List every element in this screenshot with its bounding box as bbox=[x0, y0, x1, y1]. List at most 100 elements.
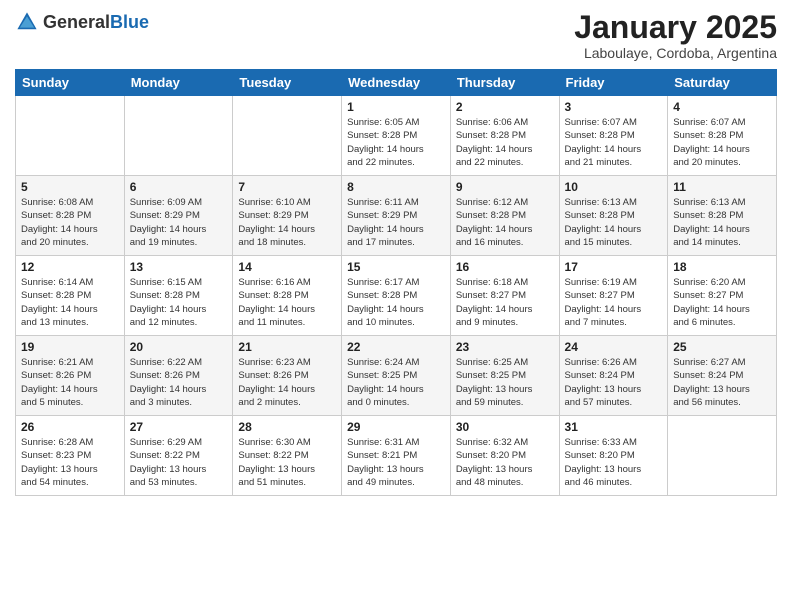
table-row: 23 Sunrise: 6:25 AM Sunset: 8:25 PM Dayli… bbox=[450, 336, 559, 416]
col-saturday: Saturday bbox=[668, 70, 777, 96]
day-number: 15 bbox=[347, 260, 445, 274]
day-info: Sunrise: 6:31 AM Sunset: 8:21 PM Dayligh… bbox=[347, 436, 445, 489]
table-row: 20 Sunrise: 6:22 AM Sunset: 8:26 PM Dayli… bbox=[124, 336, 233, 416]
day-info: Sunrise: 6:21 AM Sunset: 8:26 PM Dayligh… bbox=[21, 356, 119, 409]
day-info: Sunrise: 6:13 AM Sunset: 8:28 PM Dayligh… bbox=[673, 196, 771, 249]
day-number: 19 bbox=[21, 340, 119, 354]
day-info: Sunrise: 6:29 AM Sunset: 8:22 PM Dayligh… bbox=[130, 436, 228, 489]
table-row: 7 Sunrise: 6:10 AM Sunset: 8:29 PM Daylig… bbox=[233, 176, 342, 256]
day-number: 22 bbox=[347, 340, 445, 354]
day-number: 24 bbox=[565, 340, 663, 354]
day-number: 30 bbox=[456, 420, 554, 434]
day-number: 14 bbox=[238, 260, 336, 274]
calendar-week-row: 26Sunrise: 6:28 AM Sunset: 8:23 PM Dayli… bbox=[16, 416, 777, 496]
table-row: 24 Sunrise: 6:26 AM Sunset: 8:24 PM Dayli… bbox=[559, 336, 668, 416]
calendar-week-row: 1Sunrise: 6:05 AM Sunset: 8:28 PM Daylig… bbox=[16, 96, 777, 176]
day-info: Sunrise: 6:32 AM Sunset: 8:20 PM Dayligh… bbox=[456, 436, 554, 489]
logo-blue: Blue bbox=[110, 12, 149, 32]
day-info: Sunrise: 6:11 AM Sunset: 8:29 PM Dayligh… bbox=[347, 196, 445, 249]
col-wednesday: Wednesday bbox=[342, 70, 451, 96]
day-info: Sunrise: 6:25 AM Sunset: 8:25 PM Dayligh… bbox=[456, 356, 554, 409]
table-row bbox=[16, 96, 125, 176]
table-row: 11 Sunrise: 6:13 AM Sunset: 8:28 PM Dayli… bbox=[668, 176, 777, 256]
table-row bbox=[124, 96, 233, 176]
table-row: 19 Sunrise: 6:21 AM Sunset: 8:26 PM Dayli… bbox=[16, 336, 125, 416]
calendar-week-row: 19 Sunrise: 6:21 AM Sunset: 8:26 PM Dayli… bbox=[16, 336, 777, 416]
day-number: 23 bbox=[456, 340, 554, 354]
logo: GeneralBlue bbox=[15, 10, 149, 34]
table-row: 27 Sunrise: 6:29 AM Sunset: 8:22 PM Dayli… bbox=[124, 416, 233, 496]
day-info: Sunrise: 6:18 AM Sunset: 8:27 PM Dayligh… bbox=[456, 276, 554, 329]
day-number: 9 bbox=[456, 180, 554, 194]
day-info: Sunrise: 6:12 AM Sunset: 8:28 PM Dayligh… bbox=[456, 196, 554, 249]
day-number: 25 bbox=[673, 340, 771, 354]
calendar-week-row: 12 Sunrise: 6:14 AM Sunset: 8:28 PM Dayli… bbox=[16, 256, 777, 336]
day-info: Sunrise: 6:08 AM Sunset: 8:28 PM Dayligh… bbox=[21, 196, 119, 249]
table-row: 15 Sunrise: 6:17 AM Sunset: 8:28 PM Dayli… bbox=[342, 256, 451, 336]
table-row: 8 Sunrise: 6:11 AM Sunset: 8:29 PM Daylig… bbox=[342, 176, 451, 256]
col-monday: Monday bbox=[124, 70, 233, 96]
day-info: Sunrise: 6:05 AM Sunset: 8:28 PM Dayligh… bbox=[347, 116, 445, 169]
day-info: Sunrise: 6:14 AM Sunset: 8:28 PM Dayligh… bbox=[21, 276, 119, 329]
table-row: 5 Sunrise: 6:08 AM Sunset: 8:28 PM Daylig… bbox=[16, 176, 125, 256]
table-row: 6 Sunrise: 6:09 AM Sunset: 8:29 PM Daylig… bbox=[124, 176, 233, 256]
table-row: 13 Sunrise: 6:15 AM Sunset: 8:28 PM Dayli… bbox=[124, 256, 233, 336]
page: GeneralBlue January 2025 Laboulaye, Cord… bbox=[0, 0, 792, 612]
day-info: Sunrise: 6:23 AM Sunset: 8:26 PM Dayligh… bbox=[238, 356, 336, 409]
day-number: 27 bbox=[130, 420, 228, 434]
day-number: 28 bbox=[238, 420, 336, 434]
location: Laboulaye, Cordoba, Argentina bbox=[574, 45, 777, 61]
day-number: 5 bbox=[21, 180, 119, 194]
day-info: Sunrise: 6:20 AM Sunset: 8:27 PM Dayligh… bbox=[673, 276, 771, 329]
table-row: 22Sunrise: 6:24 AM Sunset: 8:25 PM Dayli… bbox=[342, 336, 451, 416]
table-row: 10 Sunrise: 6:13 AM Sunset: 8:28 PM Dayli… bbox=[559, 176, 668, 256]
day-info: Sunrise: 6:13 AM Sunset: 8:28 PM Dayligh… bbox=[565, 196, 663, 249]
col-tuesday: Tuesday bbox=[233, 70, 342, 96]
col-sunday: Sunday bbox=[16, 70, 125, 96]
day-info: Sunrise: 6:22 AM Sunset: 8:26 PM Dayligh… bbox=[130, 356, 228, 409]
table-row: 26Sunrise: 6:28 AM Sunset: 8:23 PM Dayli… bbox=[16, 416, 125, 496]
calendar-table: Sunday Monday Tuesday Wednesday Thursday… bbox=[15, 69, 777, 496]
table-row: 14 Sunrise: 6:16 AM Sunset: 8:28 PM Dayli… bbox=[233, 256, 342, 336]
day-info: Sunrise: 6:26 AM Sunset: 8:24 PM Dayligh… bbox=[565, 356, 663, 409]
day-info: Sunrise: 6:06 AM Sunset: 8:28 PM Dayligh… bbox=[456, 116, 554, 169]
table-row: 28 Sunrise: 6:30 AM Sunset: 8:22 PM Dayli… bbox=[233, 416, 342, 496]
day-info: Sunrise: 6:17 AM Sunset: 8:28 PM Dayligh… bbox=[347, 276, 445, 329]
day-info: Sunrise: 6:15 AM Sunset: 8:28 PM Dayligh… bbox=[130, 276, 228, 329]
day-number: 8 bbox=[347, 180, 445, 194]
table-row bbox=[233, 96, 342, 176]
table-row: 1Sunrise: 6:05 AM Sunset: 8:28 PM Daylig… bbox=[342, 96, 451, 176]
day-number: 11 bbox=[673, 180, 771, 194]
day-number: 6 bbox=[130, 180, 228, 194]
table-row: 9 Sunrise: 6:12 AM Sunset: 8:28 PM Daylig… bbox=[450, 176, 559, 256]
day-number: 7 bbox=[238, 180, 336, 194]
table-row: 2 Sunrise: 6:06 AM Sunset: 8:28 PM Daylig… bbox=[450, 96, 559, 176]
table-row: 17Sunrise: 6:19 AM Sunset: 8:27 PM Dayli… bbox=[559, 256, 668, 336]
table-row: 25Sunrise: 6:27 AM Sunset: 8:24 PM Dayli… bbox=[668, 336, 777, 416]
table-row: 18Sunrise: 6:20 AM Sunset: 8:27 PM Dayli… bbox=[668, 256, 777, 336]
month-title: January 2025 bbox=[574, 10, 777, 45]
day-info: Sunrise: 6:33 AM Sunset: 8:20 PM Dayligh… bbox=[565, 436, 663, 489]
day-number: 10 bbox=[565, 180, 663, 194]
day-number: 13 bbox=[130, 260, 228, 274]
day-info: Sunrise: 6:07 AM Sunset: 8:28 PM Dayligh… bbox=[673, 116, 771, 169]
day-number: 12 bbox=[21, 260, 119, 274]
logo-general: General bbox=[43, 12, 110, 32]
logo-icon bbox=[15, 10, 39, 34]
day-number: 3 bbox=[565, 100, 663, 114]
day-info: Sunrise: 6:09 AM Sunset: 8:29 PM Dayligh… bbox=[130, 196, 228, 249]
day-info: Sunrise: 6:10 AM Sunset: 8:29 PM Dayligh… bbox=[238, 196, 336, 249]
day-number: 20 bbox=[130, 340, 228, 354]
header: GeneralBlue January 2025 Laboulaye, Cord… bbox=[15, 10, 777, 61]
table-row: 12 Sunrise: 6:14 AM Sunset: 8:28 PM Dayli… bbox=[16, 256, 125, 336]
day-number: 26 bbox=[21, 420, 119, 434]
table-row: 29Sunrise: 6:31 AM Sunset: 8:21 PM Dayli… bbox=[342, 416, 451, 496]
col-thursday: Thursday bbox=[450, 70, 559, 96]
col-friday: Friday bbox=[559, 70, 668, 96]
day-number: 4 bbox=[673, 100, 771, 114]
day-info: Sunrise: 6:30 AM Sunset: 8:22 PM Dayligh… bbox=[238, 436, 336, 489]
day-number: 16 bbox=[456, 260, 554, 274]
day-info: Sunrise: 6:16 AM Sunset: 8:28 PM Dayligh… bbox=[238, 276, 336, 329]
day-number: 2 bbox=[456, 100, 554, 114]
table-row: 30 Sunrise: 6:32 AM Sunset: 8:20 PM Dayli… bbox=[450, 416, 559, 496]
